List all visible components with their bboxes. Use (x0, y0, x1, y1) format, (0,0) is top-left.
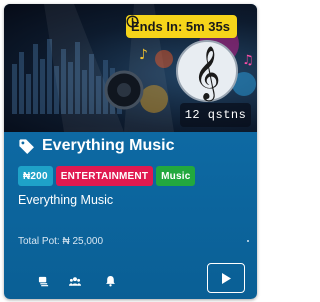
svg-text:♪: ♪ (139, 47, 148, 63)
subcategory-badge: Music (156, 166, 196, 186)
total-pot: Total Pot: ₦ 25,000 (18, 236, 104, 247)
timer-label: Ends In: 5m 35s (131, 19, 230, 34)
question-count: 12 qstns (180, 103, 251, 127)
category-badge: ENTERTAINMENT (55, 166, 154, 186)
price-badge: ₦200 (18, 166, 53, 186)
tag-icon (19, 138, 34, 154)
play-button[interactable] (207, 263, 245, 293)
badge-row: ₦200 ENTERTAINMENT Music (18, 166, 196, 186)
countdown-timer: Ends In: 5m 35s (126, 15, 237, 38)
title-row: Everything Music (18, 137, 174, 155)
more-dot (247, 240, 249, 242)
quiz-description: Everything Music (18, 193, 114, 207)
stack-icon[interactable] (37, 275, 49, 287)
svg-text:♫: ♫ (242, 53, 254, 68)
users-icon[interactable] (69, 275, 81, 287)
clock-icon (126, 15, 139, 28)
quiz-title: Everything Music (42, 137, 175, 154)
bell-icon[interactable] (104, 275, 116, 287)
play-icon (222, 272, 231, 284)
banner-image: 𝄞 ♪ ♫ ♪ Ends In: 5m 35s 12 qstns (4, 4, 257, 132)
svg-text:𝄞: 𝄞 (193, 45, 220, 101)
quiz-card[interactable]: 𝄞 ♪ ♫ ♪ Ends In: 5m 35s 12 qstns Everyth… (4, 4, 257, 299)
